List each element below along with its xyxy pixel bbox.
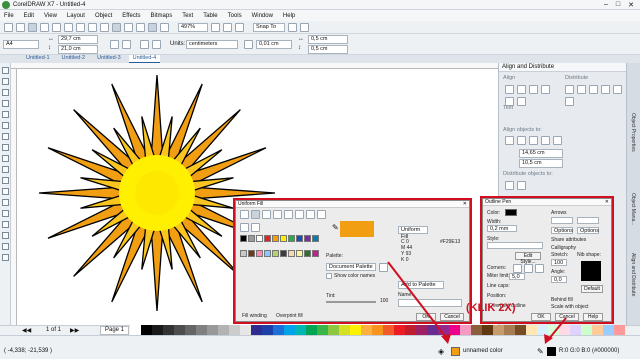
annotation-arrows bbox=[387, 261, 567, 344]
arrow-head-fill bbox=[441, 334, 451, 344]
arrow-to-fill bbox=[387, 261, 449, 341]
arrow-to-outline bbox=[547, 317, 567, 341]
